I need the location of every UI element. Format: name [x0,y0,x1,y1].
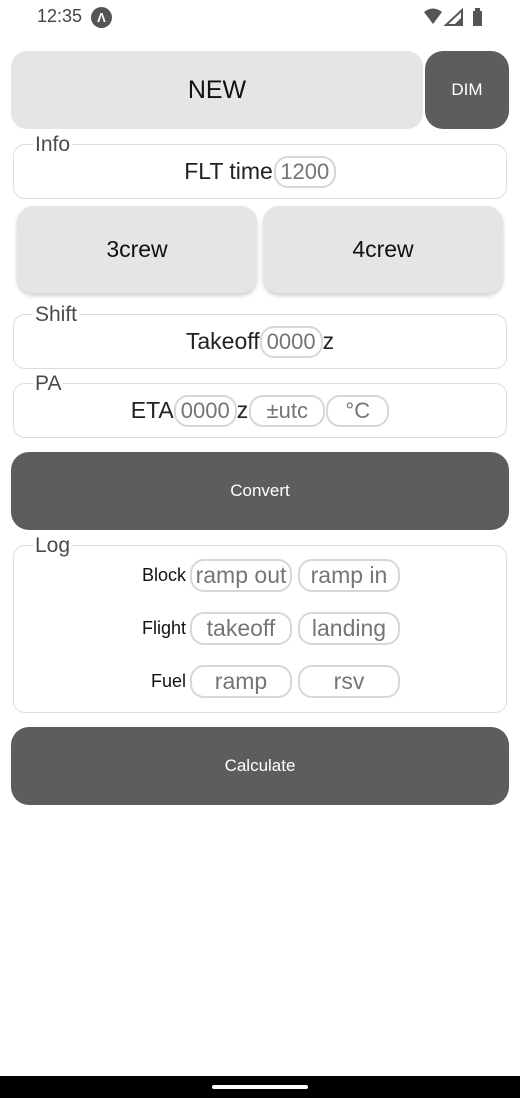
shift-legend: Shift [33,303,80,326]
shift-section: Takeoff z [13,314,507,369]
ramp-out-input[interactable] [190,559,292,592]
log-section: Block Flight Fuel [13,545,507,713]
eta-label: ETA [130,397,174,423]
zulu-suffix: z [322,328,335,354]
signal-icon [443,7,463,26]
takeoff-label: Takeoff [185,328,260,354]
log-row-fuel: Fuel [14,665,506,698]
calculate-button[interactable]: Calculate [11,727,509,805]
3crew-button[interactable]: 3crew [17,206,257,293]
flt-time-input[interactable] [273,155,336,188]
landing-input[interactable] [298,612,400,645]
eta-time-input[interactable] [173,394,237,427]
block-label: Block [141,565,186,585]
flt-time-label: FLT time [184,158,273,184]
log-row-flight: Flight [14,612,506,645]
dim-button[interactable]: DIM [425,51,509,129]
info-legend: Info [33,133,73,156]
takeoff-time-input[interactable] [259,325,323,358]
temperature-input[interactable] [326,394,390,427]
zulu-suffix: z [236,397,249,423]
convert-button[interactable]: Convert [11,452,509,530]
log-legend: Log [33,534,73,557]
log-row-block: Block [14,559,506,592]
new-button[interactable]: NEW [11,51,423,129]
utc-offset-input[interactable] [249,394,326,427]
4crew-button[interactable]: 4crew [263,206,503,293]
battery-icon [473,8,482,26]
status-time: 12:35 [37,6,83,26]
ramp-in-input[interactable] [298,559,400,592]
wifi-icon [424,8,442,24]
ramp-fuel-input[interactable] [190,665,292,698]
app-notification-icon: Λ [91,7,112,28]
status-icons [420,6,490,28]
takeoff-input[interactable] [190,612,292,645]
reserve-fuel-input[interactable] [298,665,400,698]
pa-legend: PA [33,372,64,395]
info-section: FLT time [13,144,507,199]
pa-section: ETA z [13,383,507,438]
home-gesture-handle[interactable] [212,1085,308,1089]
fuel-label: Fuel [150,671,186,691]
flight-label: Flight [141,618,186,638]
